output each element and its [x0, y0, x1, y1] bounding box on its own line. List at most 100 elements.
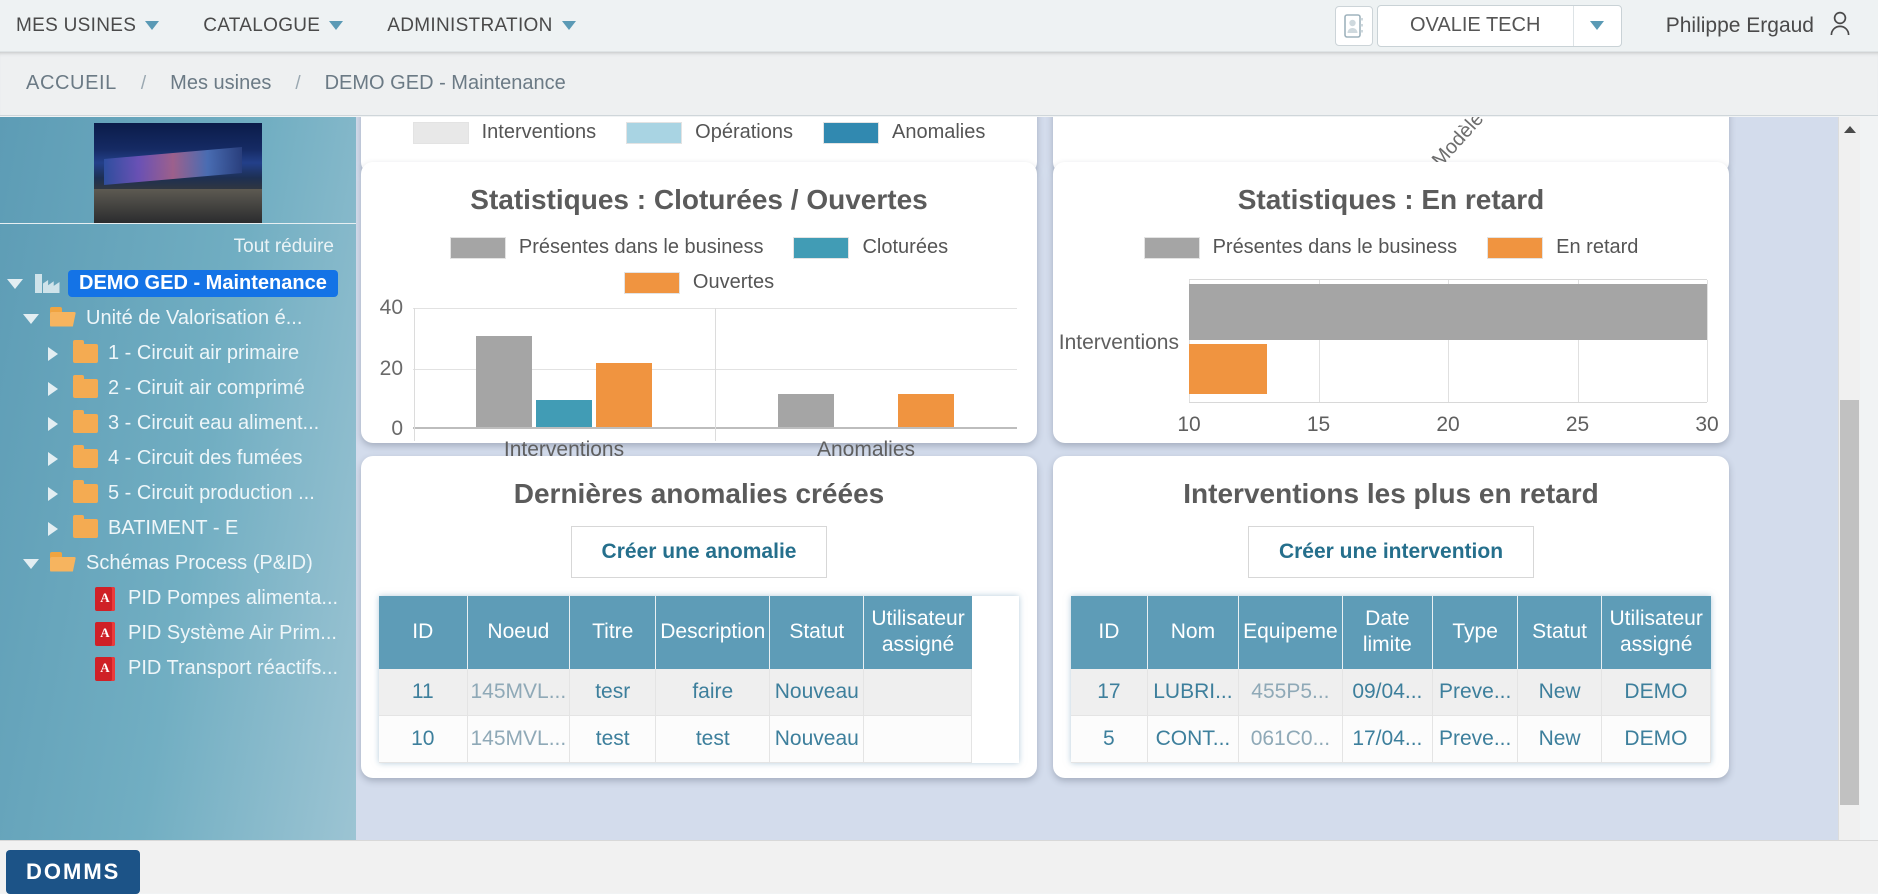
plot-area	[1189, 279, 1708, 403]
tree-node[interactable]: PID Pompes alimenta...	[0, 581, 356, 616]
chevron-right-icon[interactable]	[48, 416, 58, 431]
tree-node[interactable]: DEMO GED - Maintenance	[0, 266, 356, 301]
bar[interactable]	[898, 393, 954, 427]
legend-swatch	[793, 236, 850, 259]
breadcrumb-home[interactable]: ACCUEIL	[16, 72, 127, 95]
horizontal-bar-chart: Interventions 10 15 20 25 30	[1053, 273, 1729, 443]
nav-item-catalogue[interactable]: CATALOGUE	[181, 0, 365, 52]
nav-item-mes-usines[interactable]: MES USINES	[0, 0, 181, 52]
tree-expander[interactable]	[38, 346, 68, 361]
bar[interactable]	[1189, 344, 1267, 394]
chevron-down-icon[interactable]	[23, 558, 39, 569]
tree-expander[interactable]	[38, 451, 68, 466]
breadcrumb-level-2[interactable]: DEMO GED - Maintenance	[315, 72, 576, 95]
table-row[interactable]: 11 145MVL... tesr faire Nouveau	[379, 668, 973, 716]
site-thumbnail-container	[0, 117, 356, 224]
column-header[interactable]: Utilisateur assigné	[1601, 596, 1711, 669]
tree-expander[interactable]	[16, 558, 46, 569]
organization-box[interactable]: OVALIE TECH	[1376, 4, 1622, 47]
table-cell: New	[1517, 668, 1602, 716]
tree-node[interactable]: 2 - Ciruit air comprimé	[0, 371, 356, 406]
chart-title-en-retard: Statistiques : En retard	[1237, 184, 1545, 215]
nav-item-administration[interactable]: ADMINISTRATION	[365, 0, 597, 52]
column-header[interactable]: ID	[1071, 596, 1148, 669]
interventions-title: Interventions les plus en retard	[1183, 478, 1599, 509]
pdf-icon	[95, 586, 115, 611]
chevron-right-icon[interactable]	[48, 346, 58, 361]
folder-closed-icon	[72, 445, 98, 468]
tree-node[interactable]: PID Système Air Prim...	[0, 616, 356, 651]
column-header[interactable]: Date limite	[1342, 596, 1434, 669]
organization-dropdown-toggle[interactable]	[1572, 5, 1621, 46]
pdf-icon	[95, 621, 115, 646]
bar[interactable]	[476, 336, 532, 427]
interventions-table: ID Nom Equipeme Date limite Type Statut Utilis…	[1071, 596, 1711, 763]
tree-expander[interactable]	[38, 416, 68, 431]
tree-expander[interactable]	[38, 486, 68, 501]
table-row[interactable]: 5 CONT... 061C0... 17/04... Preve... New DEMO	[1071, 715, 1711, 763]
legend-label: Présentes dans le business	[1212, 236, 1458, 258]
organization-name: OVALIE TECH	[1410, 14, 1541, 36]
tree-node[interactable]: Schémas Process (P&ID)	[0, 546, 356, 581]
column-header[interactable]: ID	[379, 596, 468, 669]
table-cell: 145MVL...	[467, 715, 571, 763]
table-cell: 5	[1071, 715, 1148, 763]
column-header[interactable]: Equipeme	[1238, 596, 1343, 669]
chevron-down-icon[interactable]	[7, 278, 23, 289]
x-tick-label: 25	[1565, 413, 1590, 436]
chevron-down-icon[interactable]	[23, 313, 39, 324]
legend-label: Présentes dans le business	[518, 236, 764, 258]
tree-node[interactable]: Unité de Valorisation é...	[0, 301, 356, 336]
tree-node[interactable]: 5 - Circuit production ...	[0, 476, 356, 511]
create-intervention-button[interactable]: Créer une intervention	[1247, 526, 1535, 578]
chevron-right-icon[interactable]	[48, 486, 58, 501]
vertical-scrollbar[interactable]	[1838, 117, 1860, 840]
bar[interactable]	[536, 399, 592, 427]
chevron-down-icon	[145, 21, 160, 30]
user-menu[interactable]: Philippe Ergaud	[1632, 10, 1878, 42]
tree-node[interactable]: 4 - Circuit des fumées	[0, 441, 356, 476]
table-cell: Preve...	[1432, 715, 1519, 763]
bar[interactable]	[778, 393, 834, 427]
column-header[interactable]: Utilisateur assigné	[863, 596, 972, 669]
tree-node[interactable]: PID Transport réactifs...	[0, 651, 356, 686]
chevron-right-icon[interactable]	[48, 381, 58, 396]
folder-closed-icon	[72, 340, 98, 363]
tree-node-label: PID Transport réactifs...	[128, 657, 339, 679]
table-row[interactable]: 17 LUBRI... 455P5... 09/04... Preve... New DEM…	[1071, 668, 1711, 716]
column-header[interactable]: Type	[1432, 596, 1519, 669]
breadcrumb-level-1[interactable]: Mes usines	[160, 72, 281, 95]
collapse-all-link[interactable]: Tout réduire	[0, 224, 356, 264]
bar[interactable]	[596, 363, 652, 427]
table-cell: CONT...	[1147, 715, 1240, 763]
create-anomaly-button[interactable]: Créer une anomalie	[570, 526, 828, 578]
card-interventions-en-retard: Interventions les plus en retard Créer u…	[1053, 456, 1729, 778]
chevron-right-icon[interactable]	[48, 521, 58, 536]
tree-expander[interactable]	[16, 313, 46, 324]
column-header[interactable]: Statut	[769, 596, 865, 669]
user-name: Philippe Ergaud	[1665, 13, 1814, 37]
scrollbar-thumb[interactable]	[1840, 400, 1859, 805]
tree-expander[interactable]	[38, 381, 68, 396]
tree-expander[interactable]	[38, 521, 68, 536]
column-header[interactable]: Nom	[1147, 596, 1240, 669]
column-header[interactable]: Noeud	[467, 596, 571, 669]
table-row[interactable]: 10 145MVL... test test Nouveau	[379, 715, 973, 763]
organization-selector[interactable]: OVALIE TECH	[1334, 4, 1622, 47]
column-header[interactable]: Titre	[569, 596, 657, 669]
anomalies-title: Dernières anomalies créées	[513, 478, 885, 509]
tree-node[interactable]: 3 - Circuit eau aliment...	[0, 406, 356, 441]
bar[interactable]	[1189, 284, 1707, 340]
table-cell: Nouveau	[769, 715, 865, 763]
tree-node[interactable]: BATIMENT - E	[0, 511, 356, 546]
nav-label: MES USINES	[16, 14, 137, 36]
table-body: 17 LUBRI... 455P5... 09/04... Preve... New DEM…	[1071, 668, 1711, 763]
tree-expander[interactable]	[0, 278, 30, 289]
anomalies-table-container: ID Noeud Titre Description Statut Utilisateur…	[379, 596, 1019, 763]
tree-node[interactable]: 1 - Circuit air primaire	[0, 336, 356, 371]
column-header[interactable]: Description	[655, 596, 771, 669]
scroll-up-button[interactable]	[1839, 121, 1860, 137]
column-header[interactable]: Statut	[1517, 596, 1602, 669]
chevron-right-icon[interactable]	[48, 451, 58, 466]
tree-node-icon	[46, 306, 80, 328]
